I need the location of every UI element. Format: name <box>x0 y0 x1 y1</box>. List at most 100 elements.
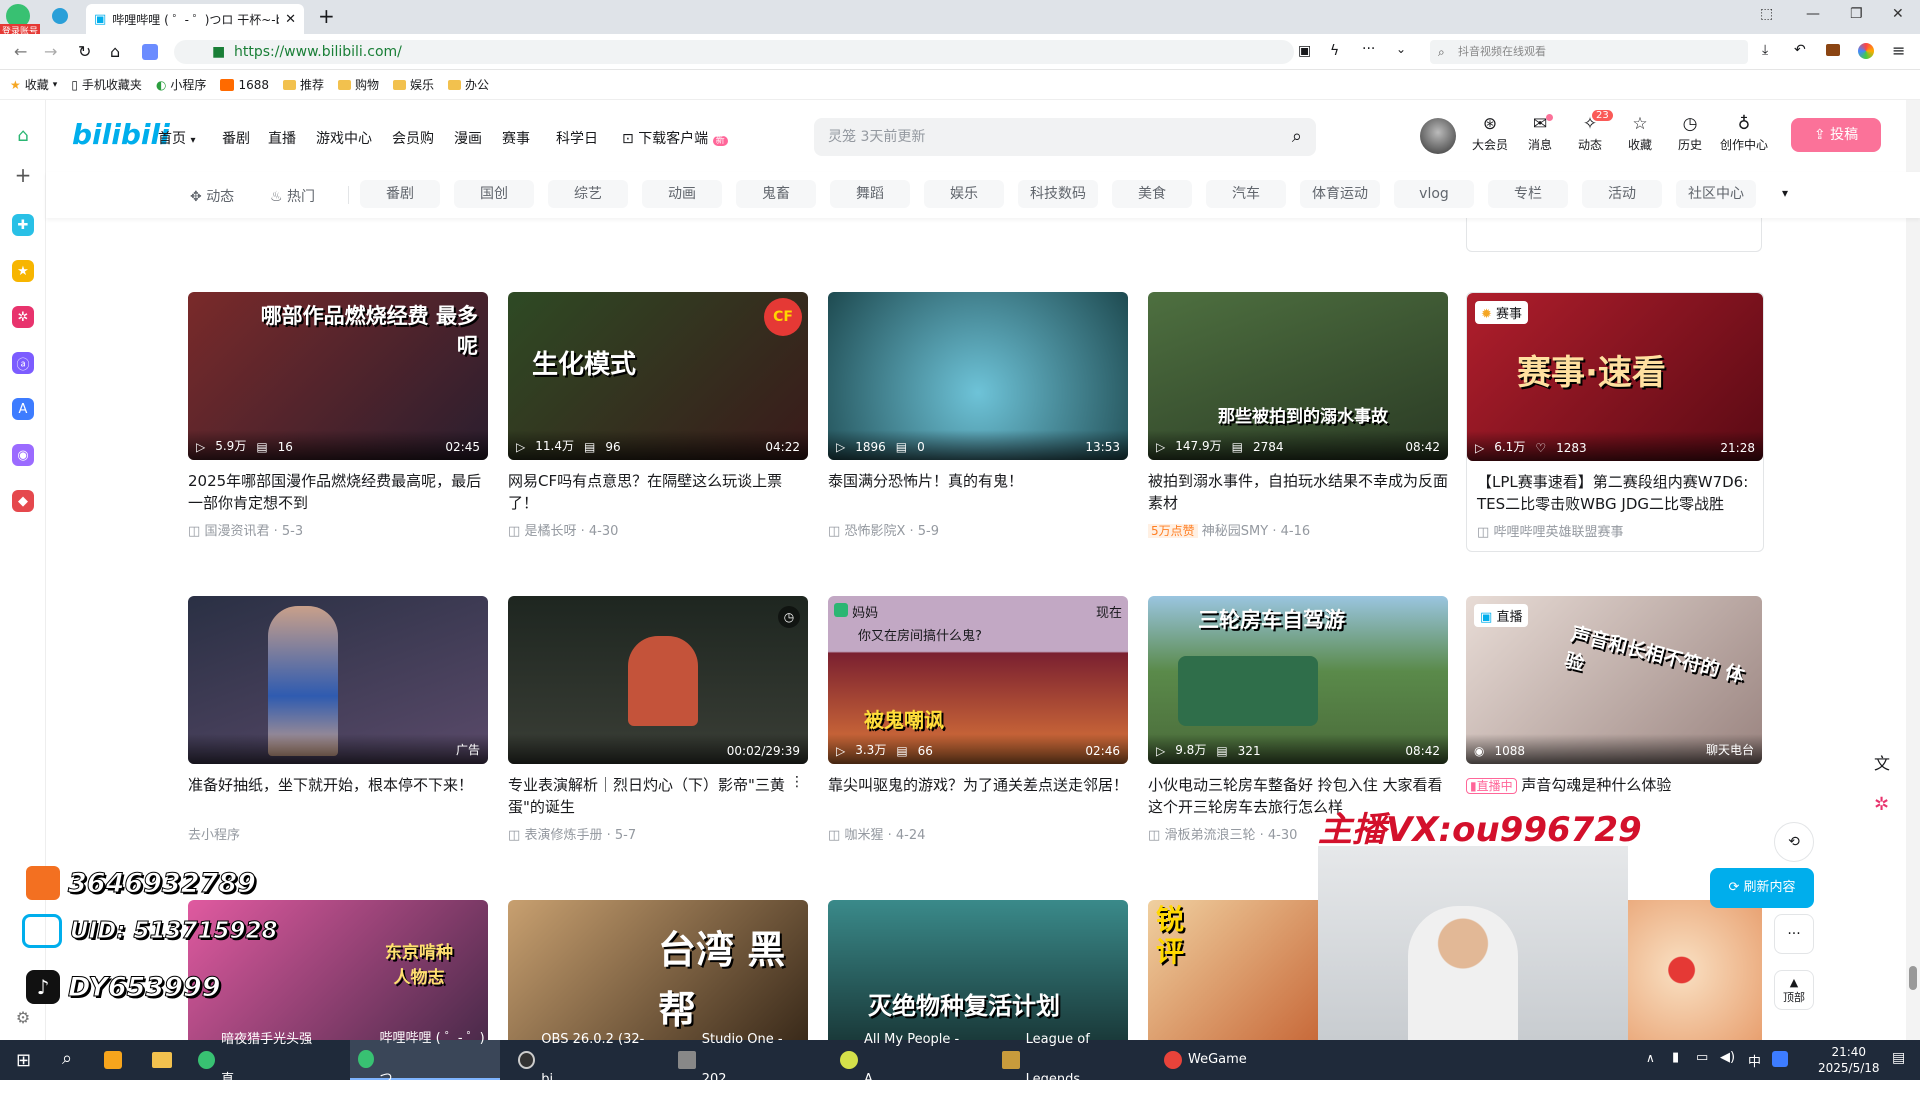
window-close-icon[interactable]: ✕ <box>1892 6 1904 22</box>
category-hot[interactable]: ♨ 热门 <box>270 186 315 206</box>
video-meta[interactable]: ◫ 国漫资讯君 · 5-3 <box>188 520 488 539</box>
bookmark-recommend[interactable]: 推荐 <box>282 76 324 93</box>
lightning-icon[interactable]: ϟ <box>1330 43 1339 59</box>
category-item[interactable]: 汽车 <box>1206 180 1286 208</box>
upload-button[interactable]: ⇪ 投稿 <box>1791 118 1881 152</box>
category-item[interactable]: 舞蹈 <box>830 180 910 208</box>
category-item[interactable]: 活动 <box>1582 180 1662 208</box>
add-icon[interactable]: + <box>12 163 34 187</box>
forward-icon[interactable]: → <box>44 42 57 61</box>
video-thumbnail[interactable]: ✹ 赛事 赛事·速看 ▷ 6.1万 ♡ 1283 21:28 <box>1467 293 1763 461</box>
video-card[interactable]: ✹ 赛事 赛事·速看 ▷ 6.1万 ♡ 1283 21:28 【LPL赛事速看】第二… <box>1466 292 1764 552</box>
video-title[interactable]: 准备好抽纸，坐下就开始，根本停不下来！ <box>188 774 488 818</box>
translate-icon[interactable]: ✚ <box>12 214 34 236</box>
ai-assistant-icon[interactable]: ⓐ <box>12 352 34 374</box>
bookmark-shopping[interactable]: 购物 <box>338 76 379 93</box>
video-meta[interactable]: ◫ 是橘长呀 · 4-30 <box>508 520 808 539</box>
replay-icon[interactable]: ⟲ <box>1774 822 1814 862</box>
video-thumbnail[interactable]: 广告 <box>188 596 488 764</box>
category-item[interactable]: 动画 <box>642 180 722 208</box>
ai-icon[interactable]: A <box>12 398 34 420</box>
category-item[interactable]: vlog <box>1394 180 1474 208</box>
nav-live[interactable]: 直播 <box>268 128 296 148</box>
video-card[interactable]: 哪部作品燃烧经费 最多呢 ▷ 5.9万 ▤ 16 02:45 2025年哪部国漫作品… <box>188 292 488 539</box>
bookmark-entertainment[interactable]: 娱乐 <box>393 76 434 93</box>
menu-icon[interactable]: ≡ <box>1892 41 1905 60</box>
refresh-content-button[interactable]: ⟳ 刷新内容 <box>1710 868 1814 908</box>
category-item[interactable]: 娱乐 <box>924 180 1004 208</box>
new-tab-button[interactable]: + <box>318 4 335 28</box>
nav-download-client[interactable]: ⊡ 下载客户端 新 <box>622 128 728 148</box>
undo-icon[interactable]: ↶ <box>1794 42 1806 58</box>
taskbar-item[interactable]: Studio One - 202... <box>670 1032 830 1087</box>
taskbar-item[interactable]: All My People - A... <box>832 1032 992 1087</box>
game-icon[interactable]: ◆ <box>12 490 34 512</box>
header-favorites[interactable]: ☆ 收藏 <box>1620 114 1660 153</box>
live-card[interactable]: ▣ 直播 声音和长相不符的 体验 ◉ 1088 聊天电台 ▮直播中 声音勾魂是种什… <box>1466 596 1766 818</box>
download-icon[interactable]: ⤓ <box>1762 42 1768 58</box>
image-icon[interactable]: ▣ <box>1298 43 1311 59</box>
more-icon[interactable]: ··· <box>1774 914 1814 954</box>
restore-icon[interactable]: ❐ <box>1850 6 1863 22</box>
back-to-top-button[interactable]: ▲ 顶部 <box>1774 970 1814 1010</box>
home-icon[interactable]: ⌂ <box>110 42 120 61</box>
video-card[interactable]: 灭绝物种复活计划 <box>828 900 1128 1040</box>
extension-icon[interactable] <box>1858 43 1874 59</box>
search-icon[interactable]: ⌕ <box>62 1048 72 1069</box>
video-meta[interactable]: ◫ 咖米猩 · 4-24 <box>828 824 1128 843</box>
settings-icon[interactable]: ⚙ <box>12 1006 34 1028</box>
category-item[interactable]: 综艺 <box>548 180 628 208</box>
nav-mall[interactable]: 会员购 <box>392 128 434 148</box>
taskbar-item[interactable]: League of Legends <box>994 1032 1154 1087</box>
video-thumbnail[interactable]: 哪部作品燃烧经费 最多呢 ▷ 5.9万 ▤ 16 02:45 <box>188 292 488 460</box>
video-card[interactable]: 锐评 <box>1148 900 1318 1040</box>
telegram-icon[interactable] <box>52 8 68 24</box>
tray-app-icon[interactable] <box>1772 1051 1788 1067</box>
bookmark-1688[interactable]: 1688 <box>220 78 269 92</box>
video-card[interactable]: 台湾 黑帮 <box>508 900 808 1040</box>
bookmark-office[interactable]: 办公 <box>448 76 489 93</box>
video-thumbnail[interactable]: 三轮房车自驾游 ▷ 9.8万 ▤ 321 08:42 <box>1148 596 1448 764</box>
app-icon[interactable] <box>104 1051 122 1069</box>
minimize-icon[interactable]: — <box>1806 6 1820 22</box>
taskbar-item[interactable]: WeGame <box>1156 1040 1286 1080</box>
home-icon[interactable]: ⌂ <box>12 124 34 146</box>
taskbar-item-active[interactable]: 哔哩哔哩 ( ゜- ゜)つ... <box>350 1031 500 1086</box>
video-title[interactable]: 专业表演解析｜烈日灼心（下）影帝"三黄蛋"的诞生 <box>508 774 808 818</box>
video-title[interactable]: 网易CF吗有点意思？在隔壁这么玩谈上票了！ <box>508 470 808 514</box>
category-item[interactable]: 番剧 <box>360 180 440 208</box>
video-meta[interactable]: 去小程序 <box>188 824 488 843</box>
url-field[interactable]: ■ https://www.bilibili.com/ <box>174 40 1294 64</box>
avatar[interactable] <box>1420 118 1456 154</box>
video-title[interactable]: 被拍到溺水事件，自拍玩水结果不幸成为反面素材 <box>1148 470 1448 514</box>
clock[interactable]: 21:40 2025/5/18 <box>1818 1044 1880 1076</box>
wallet-icon[interactable] <box>1826 44 1840 56</box>
folder-icon[interactable] <box>152 1052 172 1068</box>
bilibili-logo[interactable]: bilibili <box>72 118 170 151</box>
reload-icon[interactable]: ↻ <box>78 42 91 61</box>
video-thumbnail[interactable]: 锐评 <box>1148 900 1318 1040</box>
video-thumbnail[interactable]: 生化模式 CF ▷ 11.4万 ▤ 96 04:22 <box>508 292 808 460</box>
ai-icon[interactable] <box>142 44 158 60</box>
nav-esports[interactable]: 赛事 <box>502 128 530 148</box>
translate-side-icon[interactable]: 文 <box>1874 750 1890 774</box>
tab-search-icon[interactable]: ⬚ <box>1760 6 1773 22</box>
category-item[interactable]: 科技数码 <box>1018 180 1098 208</box>
category-item[interactable]: 社区中心 <box>1676 180 1756 208</box>
category-item[interactable]: 鬼畜 <box>736 180 816 208</box>
close-icon[interactable]: ✕ <box>285 12 296 27</box>
nav-science-day[interactable]: 科学日 <box>556 128 598 148</box>
header-creator-center[interactable]: ♁ 创作中心 <box>1718 114 1770 153</box>
video-card[interactable]: ◷ 00:02/29:39 专业表演解析｜烈日灼心（下）影帝"三黄蛋"的诞生 ◫… <box>508 596 808 843</box>
header-vip[interactable]: ⊛ 大会员 <box>1470 114 1510 153</box>
video-title[interactable]: 【LPL赛事速看】第二赛段组内赛W7D6: TES二比零击败WBG JDG二比零… <box>1467 471 1763 515</box>
video-meta[interactable]: ◫ 表演修炼手册 · 5-7 <box>508 824 808 843</box>
category-item[interactable]: 美食 <box>1112 180 1192 208</box>
taskbar-item[interactable]: OBS 26.0.2 (32-bi... <box>510 1032 670 1087</box>
start-icon[interactable]: ⊞ <box>16 1050 31 1071</box>
video-meta[interactable]: ◫ 恐怖影院X · 5-9 <box>828 520 1128 539</box>
category-item[interactable]: 国创 <box>454 180 534 208</box>
category-dynamic[interactable]: ✥ 动态 <box>190 186 234 206</box>
video-title[interactable]: 靠尖叫驱鬼的游戏？为了通关差点送走邻居！ <box>828 774 1128 818</box>
nav-home[interactable]: 首页 ▾ <box>158 128 195 148</box>
